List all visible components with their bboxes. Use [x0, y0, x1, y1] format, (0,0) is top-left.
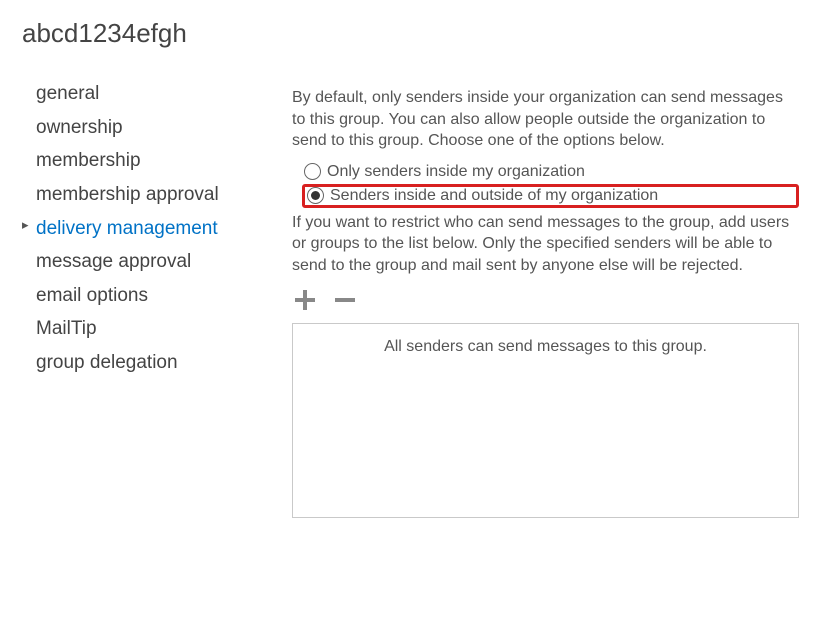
- main-content: By default, only senders inside your org…: [292, 77, 799, 518]
- radio-label: Only senders inside my organization: [327, 163, 585, 181]
- sidebar-nav: general ownership membership membership …: [22, 77, 252, 518]
- sidebar-item-label: general: [36, 83, 99, 104]
- page-title: abcd1234efgh: [22, 18, 799, 49]
- radio-icon: [307, 187, 324, 204]
- sidebar-item-label: ownership: [36, 117, 123, 138]
- radio-label: Senders inside and outside of my organiz…: [330, 187, 658, 205]
- sidebar-item-general[interactable]: general: [22, 77, 252, 111]
- radio-inside-outside[interactable]: Senders inside and outside of my organiz…: [302, 184, 799, 208]
- sidebar-item-label: email options: [36, 285, 148, 306]
- remove-sender-button[interactable]: [332, 287, 358, 313]
- intro-text: By default, only senders inside your org…: [292, 87, 799, 152]
- plus-icon: [294, 289, 316, 311]
- sender-list-toolbar: [292, 287, 799, 313]
- sidebar-item-membership-approval[interactable]: membership approval: [22, 178, 252, 212]
- sidebar-item-membership[interactable]: membership: [22, 144, 252, 178]
- sidebar-item-delivery-management[interactable]: delivery management: [22, 212, 252, 246]
- radio-icon: [304, 163, 321, 180]
- sidebar-item-message-approval[interactable]: message approval: [22, 245, 252, 279]
- sidebar-item-label: message approval: [36, 251, 191, 272]
- add-sender-button[interactable]: [292, 287, 318, 313]
- sidebar-item-email-options[interactable]: email options: [22, 279, 252, 313]
- radio-inside-only[interactable]: Only senders inside my organization: [302, 160, 799, 184]
- sidebar-item-label: membership approval: [36, 184, 219, 205]
- restrict-text: If you want to restrict who can send mes…: [292, 212, 799, 277]
- sidebar-item-mailtip[interactable]: MailTip: [22, 312, 252, 346]
- sidebar-item-ownership[interactable]: ownership: [22, 111, 252, 145]
- allowed-senders-listbox[interactable]: All senders can send messages to this gr…: [292, 323, 799, 518]
- listbox-empty-text: All senders can send messages to this gr…: [384, 338, 707, 355]
- sidebar-item-label: group delegation: [36, 352, 178, 373]
- sidebar-item-label: membership: [36, 150, 141, 171]
- minus-icon: [334, 289, 356, 311]
- sender-scope-radio-group: Only senders inside my organization Send…: [302, 160, 799, 208]
- sidebar-item-label: delivery management: [36, 218, 218, 239]
- sidebar-item-label: MailTip: [36, 318, 97, 339]
- sidebar-item-group-delegation[interactable]: group delegation: [22, 346, 252, 380]
